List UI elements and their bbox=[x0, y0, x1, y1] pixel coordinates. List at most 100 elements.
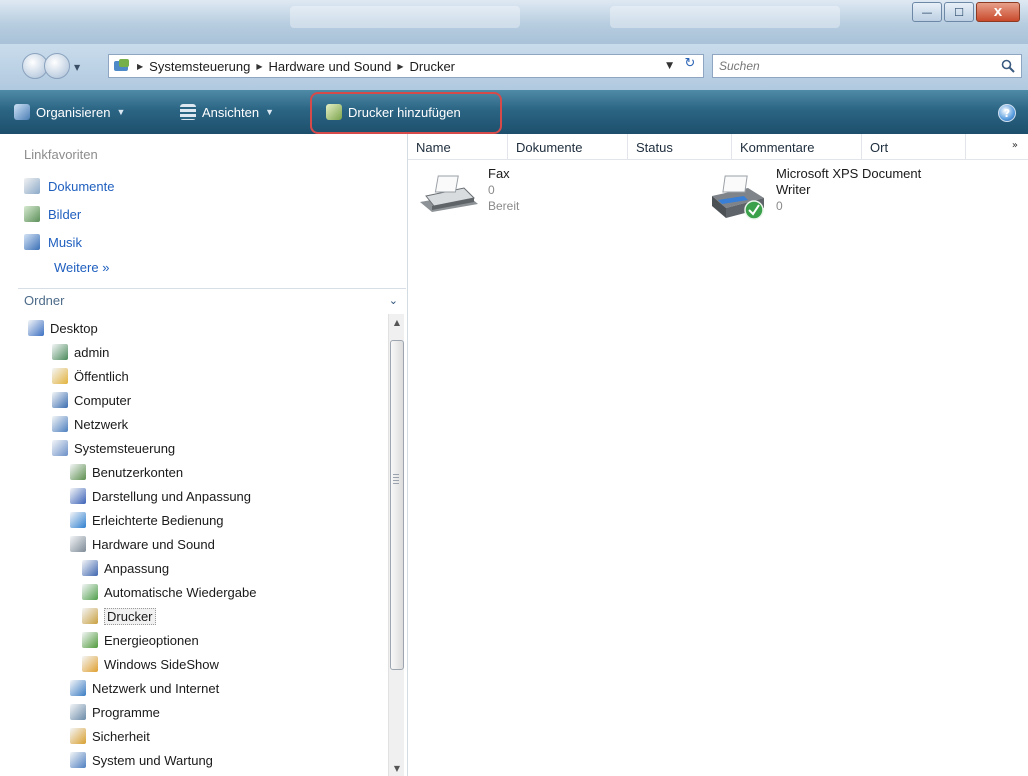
more-label: Weitere bbox=[54, 260, 99, 275]
documents-icon bbox=[24, 178, 40, 194]
tree-node[interactable]: Computer bbox=[52, 388, 131, 412]
breadcrumb-systemsteuerung[interactable]: Systemsteuerung bbox=[149, 59, 250, 74]
search-input[interactable] bbox=[719, 59, 989, 73]
recent-pages-dropdown[interactable]: ▼ bbox=[74, 63, 82, 72]
tree-node[interactable]: Drucker bbox=[82, 604, 156, 628]
tree-node[interactable]: admin bbox=[52, 340, 109, 364]
column-header-documents[interactable]: Dokumente bbox=[508, 134, 628, 160]
tree-node[interactable]: Erleichterte Bedienung bbox=[70, 508, 224, 532]
folders-title: Ordner bbox=[24, 293, 65, 308]
favorites-title: Linkfavoriten bbox=[24, 147, 98, 162]
printer-xps[interactable]: Microsoft XPS Document Writer 0 bbox=[704, 166, 921, 222]
desktop-icon bbox=[28, 320, 44, 336]
computer-icon bbox=[52, 392, 68, 408]
help-button[interactable]: ? bbox=[998, 104, 1016, 122]
tree-node-label: Netzwerk und Internet bbox=[92, 680, 220, 696]
refresh-button[interactable]: ↻ bbox=[678, 56, 702, 76]
column-header-name[interactable]: Name bbox=[408, 134, 508, 160]
more-columns-icon[interactable]: » bbox=[1012, 140, 1018, 151]
scroll-thumb[interactable] bbox=[390, 340, 404, 670]
forward-button[interactable] bbox=[44, 53, 70, 79]
favorite-bilder[interactable]: Bilder bbox=[24, 204, 81, 224]
maximize-icon: ☐ bbox=[954, 5, 964, 19]
favorite-dokumente[interactable]: Dokumente bbox=[24, 176, 114, 196]
organize-button[interactable]: Organisieren ▼ bbox=[14, 100, 125, 124]
tree-node[interactable]: Darstellung und Anpassung bbox=[70, 484, 251, 508]
printer-name: Fax bbox=[488, 166, 510, 181]
favorite-musik[interactable]: Musik bbox=[24, 232, 82, 252]
column-headers: Name Dokumente Status Kommentare Ort » bbox=[408, 134, 1028, 160]
scroll-up-icon[interactable]: ▲ bbox=[389, 314, 405, 330]
breadcrumb-arrow-icon[interactable]: ▶ bbox=[256, 62, 262, 71]
fax-icon bbox=[420, 175, 478, 212]
tree-node-label: Anpassung bbox=[104, 560, 170, 576]
folders-header[interactable]: Ordner ⌄ bbox=[18, 288, 406, 312]
tree-node-label: Erleichterte Bedienung bbox=[92, 512, 224, 528]
personalization-icon bbox=[82, 560, 98, 576]
tree-node[interactable]: Systemsteuerung bbox=[52, 436, 175, 460]
tree-node[interactable]: Benutzerkonten bbox=[70, 460, 183, 484]
tree-node[interactable]: Programme bbox=[70, 700, 160, 724]
tree-node[interactable]: Netzwerk bbox=[52, 412, 128, 436]
tree-node-label: Hardware und Sound bbox=[92, 536, 215, 552]
tree-node[interactable]: System und Wartung bbox=[70, 748, 213, 772]
tree-node[interactable]: Anpassung bbox=[82, 556, 169, 580]
autoplay-icon bbox=[82, 584, 98, 600]
window-controls: — ☐ X bbox=[912, 2, 1020, 22]
tree-scrollbar[interactable]: ▲ ▼ bbox=[388, 314, 404, 776]
double-chevron-icon: » bbox=[102, 260, 110, 275]
tree-node[interactable]: Hardware und Sound bbox=[70, 532, 215, 556]
views-label: Ansichten bbox=[202, 104, 260, 120]
user-folder-icon bbox=[52, 344, 68, 360]
tree-node-label: Öffentlich bbox=[74, 368, 129, 384]
printer-xps-text: Microsoft XPS Document Writer 0 bbox=[776, 166, 921, 222]
breadcrumb-hardware-und-sound[interactable]: Hardware und Sound bbox=[268, 59, 391, 74]
minimize-button[interactable]: — bbox=[912, 2, 942, 22]
column-header-comments[interactable]: Kommentare bbox=[732, 134, 862, 160]
column-header-status[interactable]: Status bbox=[628, 134, 732, 160]
close-button[interactable]: X bbox=[976, 2, 1020, 22]
printer-fax[interactable]: Fax 0 Bereit bbox=[416, 166, 519, 218]
search-icon[interactable] bbox=[1001, 59, 1015, 73]
blurred-title-ghost bbox=[290, 6, 520, 28]
tree-node[interactable]: Energieoptionen bbox=[82, 628, 199, 652]
control-panel-icon bbox=[113, 58, 131, 74]
close-icon: X bbox=[993, 5, 1003, 19]
scroll-down-icon[interactable]: ▼ bbox=[389, 760, 405, 776]
tree-node-label: Automatische Wiedergabe bbox=[104, 584, 257, 600]
control-panel-icon bbox=[52, 440, 68, 456]
printer-icon bbox=[82, 608, 98, 624]
appearance-icon bbox=[70, 488, 86, 504]
minimize-icon: — bbox=[921, 5, 933, 19]
chevron-down-icon: ⌄ bbox=[388, 295, 398, 307]
breadcrumb-drucker[interactable]: Drucker bbox=[410, 59, 456, 74]
breadcrumb-arrow-icon[interactable]: ▶ bbox=[397, 62, 403, 71]
breadcrumb-arrow-icon[interactable]: ▶ bbox=[137, 62, 143, 71]
tree-node-label: Netzwerk bbox=[74, 416, 129, 432]
views-icon bbox=[180, 104, 196, 120]
maximize-button[interactable]: ☐ bbox=[944, 2, 974, 22]
views-button[interactable]: Ansichten ▼ bbox=[180, 100, 274, 124]
address-bar[interactable]: ▶ Systemsteuerung ▶ Hardware und Sound ▶… bbox=[108, 54, 704, 78]
music-icon bbox=[24, 234, 40, 250]
tree-node-label: Computer bbox=[74, 392, 132, 408]
organize-icon bbox=[14, 104, 30, 120]
folder-tree: Desktop admin Öffentlich Computer Netzwerk Sy… bbox=[18, 314, 388, 776]
tree-node[interactable]: Windows SideShow bbox=[82, 652, 219, 676]
tree-node[interactable]: Netzwerk und Internet bbox=[70, 676, 219, 700]
more-favorites-link[interactable]: Weitere » bbox=[54, 260, 109, 275]
tree-node[interactable]: Sicherheit bbox=[70, 724, 150, 748]
tree-node[interactable]: Automatische Wiedergabe bbox=[82, 580, 256, 604]
tree-node-label: admin bbox=[74, 344, 110, 360]
favorite-label: Bilder bbox=[48, 206, 82, 222]
column-header-location[interactable]: Ort bbox=[862, 134, 966, 160]
address-history-dropdown-icon[interactable]: ▼ bbox=[666, 61, 673, 71]
search-box bbox=[712, 54, 1022, 78]
pictures-icon bbox=[24, 206, 40, 222]
printer-docs: 0 bbox=[776, 199, 783, 213]
tree-node[interactable]: Desktop bbox=[28, 316, 98, 340]
title-bar: — ☐ X bbox=[0, 0, 1028, 44]
favorite-label: Dokumente bbox=[48, 178, 115, 194]
organize-label: Organisieren bbox=[36, 104, 111, 120]
tree-node[interactable]: Öffentlich bbox=[52, 364, 129, 388]
